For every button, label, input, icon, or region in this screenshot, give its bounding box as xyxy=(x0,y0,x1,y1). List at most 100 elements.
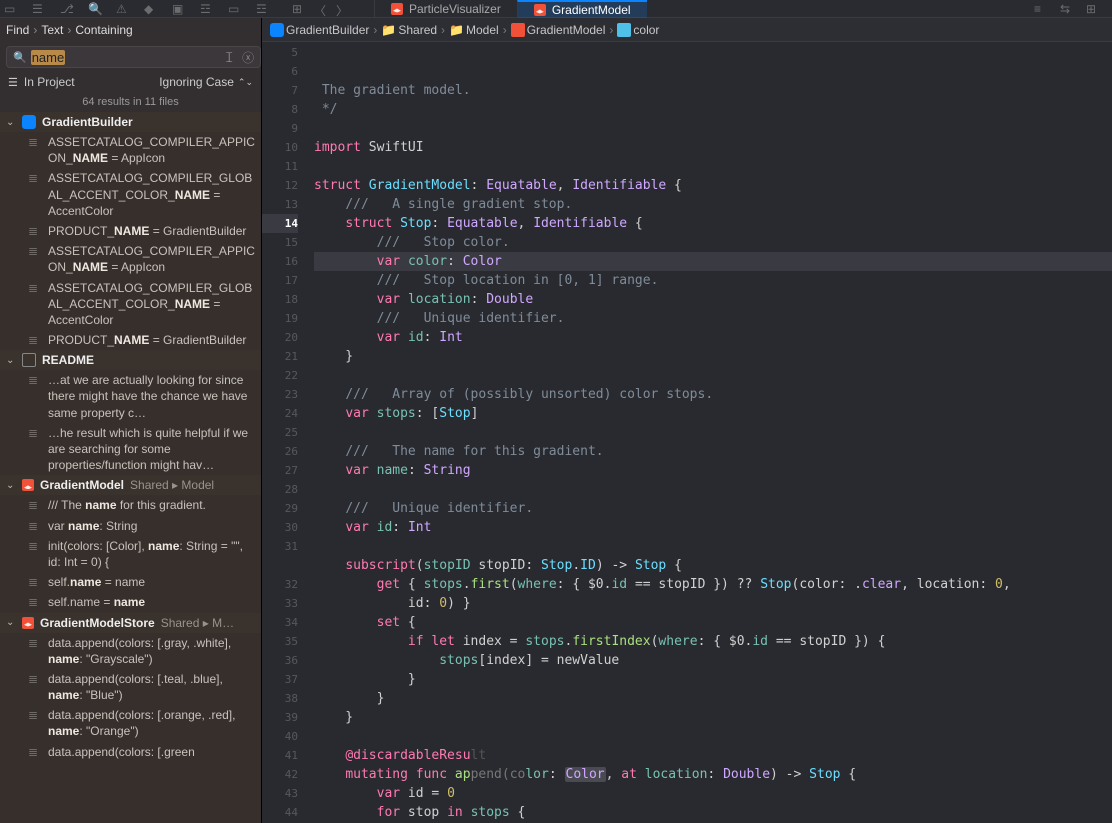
line-number[interactable]: 18 xyxy=(262,290,298,309)
line-number[interactable]: 42 xyxy=(262,765,298,784)
search-result-item[interactable]: ≣PRODUCT_NAME = GradientBuilder xyxy=(0,221,261,241)
line-number[interactable]: 21 xyxy=(262,347,298,366)
code-line[interactable]: mutating func append(color: Color, at lo… xyxy=(314,765,1112,784)
search-result-item[interactable]: ≣…he result which is quite helpful if we… xyxy=(0,423,261,476)
line-number[interactable]: 27 xyxy=(262,461,298,480)
canvas-icon[interactable]: ≡ xyxy=(1034,2,1048,16)
warning-icon[interactable]: ⚠ xyxy=(116,2,130,16)
scope-find[interactable]: Find xyxy=(6,23,29,37)
code-line[interactable]: var id = 0 xyxy=(314,784,1112,803)
code-line[interactable]: var color: Color xyxy=(314,252,1112,271)
search-result-item[interactable]: ≣ASSETCATALOG_COMPILER_GLOBAL_ACCENT_COL… xyxy=(0,278,261,331)
search-result-item[interactable]: ≣data.append(colors: [.teal, .blue], nam… xyxy=(0,669,261,705)
line-number[interactable]: 10 xyxy=(262,138,298,157)
add-editor-icon[interactable]: ⊞ xyxy=(1086,2,1100,16)
line-number[interactable]: 30 xyxy=(262,518,298,537)
code-line[interactable]: if let index = stops.firstIndex(where: {… xyxy=(314,632,1112,651)
code-line[interactable]: var id: Int xyxy=(314,328,1112,347)
code-content[interactable]: The gradient model. */ import SwiftUI st… xyxy=(308,42,1112,823)
code-line[interactable]: /// A single gradient stop. xyxy=(314,195,1112,214)
code-line[interactable]: } xyxy=(314,708,1112,727)
disclosure-chevron-icon[interactable]: ⌄ xyxy=(6,117,16,128)
search-input[interactable] xyxy=(69,50,224,64)
search-result-item[interactable]: ≣…at we are actually looking for since t… xyxy=(0,370,261,423)
disclosure-chevron-icon[interactable]: ⌄ xyxy=(6,355,16,366)
line-number[interactable]: 41 xyxy=(262,746,298,765)
back-icon[interactable]: 〈 xyxy=(314,2,328,16)
line-number[interactable]: 40 xyxy=(262,727,298,746)
code-line[interactable]: set { xyxy=(314,613,1112,632)
search-nav-icon[interactable]: 🔍 xyxy=(88,2,102,16)
line-number[interactable]: 39 xyxy=(262,708,298,727)
line-number[interactable]: 32 xyxy=(262,575,298,594)
code-line[interactable]: var id: Int xyxy=(314,518,1112,537)
search-result-item[interactable]: ≣var name: String xyxy=(0,516,261,536)
result-group-header[interactable]: ⌄GradientModel Shared ▸ Model xyxy=(0,475,261,495)
search-result-item[interactable]: ≣ASSETCATALOG_COMPILER_APPICON_NAME = Ap… xyxy=(0,241,261,277)
code-line[interactable] xyxy=(314,119,1112,138)
code-line[interactable]: /// Stop color. xyxy=(314,233,1112,252)
search-result-item[interactable]: ≣ASSETCATALOG_COMPILER_GLOBAL_ACCENT_COL… xyxy=(0,168,261,221)
line-number[interactable]: 24 xyxy=(262,404,298,423)
line-number[interactable]: 7 xyxy=(262,81,298,100)
line-number[interactable]: 28 xyxy=(262,480,298,499)
adjust-icon[interactable]: ⇆ xyxy=(1060,2,1074,16)
nav-back-icon[interactable]: ☰ xyxy=(32,2,46,16)
find-scope-bar[interactable]: Find › Text › Containing xyxy=(0,18,261,42)
code-line[interactable]: var stops: [Stop] xyxy=(314,404,1112,423)
disclosure-chevron-icon[interactable]: ⌄ xyxy=(6,480,16,491)
line-number[interactable]: 13 xyxy=(262,195,298,214)
search-result-item[interactable]: ≣data.append(colors: [.orange, .red], na… xyxy=(0,705,261,741)
line-number[interactable]: 35 xyxy=(262,632,298,651)
code-line[interactable]: */ xyxy=(314,100,1112,119)
code-line[interactable]: /// Unique identifier. xyxy=(314,309,1112,328)
line-number[interactable]: 5 xyxy=(262,43,298,62)
disclosure-chevron-icon[interactable]: ⌄ xyxy=(6,617,16,628)
code-line[interactable]: id: 0) } xyxy=(314,594,1112,613)
jumpbar-project[interactable]: GradientBuilder xyxy=(286,23,369,37)
code-line[interactable]: The gradient model. xyxy=(314,81,1112,100)
jumpbar-symbol[interactable]: color xyxy=(633,23,659,37)
code-line[interactable] xyxy=(314,423,1112,442)
line-number[interactable]: 38 xyxy=(262,689,298,708)
code-line[interactable]: stops[index] = newValue xyxy=(314,651,1112,670)
search-result-item[interactable]: ≣ASSETCATALOG_COMPILER_APPICON_NAME = Ap… xyxy=(0,132,261,168)
line-number[interactable]: 16 xyxy=(262,252,298,271)
line-number[interactable]: 8 xyxy=(262,100,298,119)
code-line[interactable]: struct GradientModel: Equatable, Identif… xyxy=(314,176,1112,195)
code-line[interactable]: get { stops.first(where: { $0.id == stop… xyxy=(314,575,1112,594)
code-line[interactable]: for stop in stops { xyxy=(314,803,1112,822)
line-number[interactable]: 31 xyxy=(262,537,298,556)
code-line[interactable]: var location: Double xyxy=(314,290,1112,309)
code-line[interactable]: /// Unique identifier. xyxy=(314,499,1112,518)
code-line[interactable]: } xyxy=(314,347,1112,366)
line-number[interactable]: 20 xyxy=(262,328,298,347)
line-number[interactable]: 17 xyxy=(262,271,298,290)
line-number[interactable] xyxy=(262,556,298,575)
line-number[interactable]: 33 xyxy=(262,594,298,613)
line-number[interactable]: 36 xyxy=(262,651,298,670)
scope-containing[interactable]: Containing xyxy=(75,23,132,37)
line-number[interactable]: 26 xyxy=(262,442,298,461)
line-number[interactable]: 23 xyxy=(262,385,298,404)
line-number[interactable]: 37 xyxy=(262,670,298,689)
code-line[interactable]: /// Array of (possibly unsorted) color s… xyxy=(314,385,1112,404)
jump-bar[interactable]: GradientBuilder › 📁 Shared › 📁 Model › G… xyxy=(262,18,1112,42)
code-line[interactable] xyxy=(314,366,1112,385)
clear-search-icon[interactable]: ⓧ xyxy=(242,49,254,66)
jumpbar-folder2[interactable]: Model xyxy=(466,23,499,37)
code-line[interactable]: } xyxy=(314,689,1112,708)
line-number[interactable]: 19 xyxy=(262,309,298,328)
search-result-item[interactable]: ≣init(colors: [Color], name: String = ""… xyxy=(0,536,261,572)
code-line[interactable] xyxy=(314,157,1112,176)
line-number[interactable]: 29 xyxy=(262,499,298,518)
line-number[interactable]: 11 xyxy=(262,157,298,176)
line-number[interactable]: 6 xyxy=(262,62,298,81)
line-number[interactable]: 9 xyxy=(262,119,298,138)
search-result-item[interactable]: ≣self.name = name xyxy=(0,572,261,592)
forward-icon[interactable]: 〉 xyxy=(336,2,350,16)
result-group-header[interactable]: ⌄GradientModelStore Shared ▸ M… xyxy=(0,613,261,633)
result-group-header[interactable]: ⌄README xyxy=(0,350,261,370)
search-input-box[interactable]: 🔍 name 𝙸 ⓧ xyxy=(6,46,261,68)
line-number[interactable]: 34 xyxy=(262,613,298,632)
